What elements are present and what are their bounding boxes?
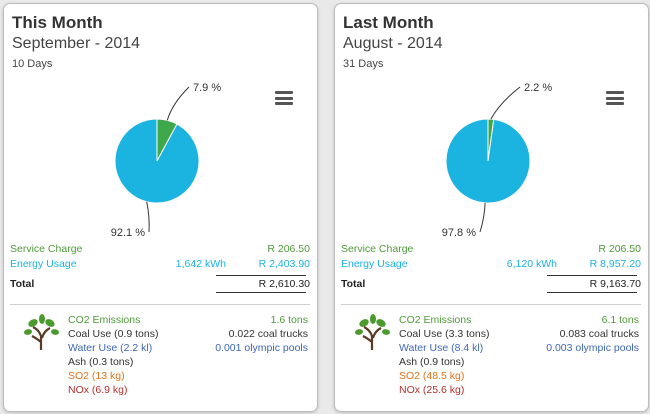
pie-leader-line	[479, 202, 486, 233]
total-label: Total	[341, 278, 366, 290]
panel-title: This Month	[12, 13, 103, 32]
service-charge-value: R 206.50	[267, 243, 310, 255]
so2-label: SO2 (48.5 kg)	[399, 370, 465, 382]
divider	[341, 304, 641, 305]
energy-usage-label: Energy Usage	[341, 258, 408, 270]
pie-data-label: 7.9 %	[193, 82, 221, 94]
water-label: Water Use (2.2 kl)	[68, 342, 153, 354]
service-charge-row: Service Charge R 206.50	[341, 243, 641, 257]
divider	[10, 304, 310, 305]
so2-label: SO2 (13 kg)	[68, 370, 125, 382]
pie-chart: 7.9 % 92.1 %	[111, 82, 222, 239]
water-row: Water Use (2.2 kl) 0.001 olympic pools	[68, 342, 308, 355]
co2-row: CO2 Emissions 6.1 tons	[399, 314, 639, 327]
co2-label: CO2 Emissions	[68, 314, 141, 326]
service-charge-row: Service Charge R 206.50	[10, 243, 310, 257]
coal-label: Coal Use (0.9 tons)	[68, 328, 159, 340]
co2-value: 1.6 tons	[270, 314, 308, 326]
pie-chart: 2.2 % 97.8 %	[442, 82, 553, 239]
coal-label: Coal Use (3.3 tons)	[399, 328, 490, 340]
ash-row: Ash (0.3 tons)	[68, 356, 308, 369]
total-value: R 2,610.30	[258, 278, 310, 290]
panel-subtitle: August - 2014	[343, 35, 443, 52]
co2-value: 6.1 tons	[601, 314, 639, 326]
energy-usage-kwh: 1,642 kWh	[175, 258, 226, 270]
service-charge-value: R 206.50	[598, 243, 641, 255]
panel-subtitle: September - 2014	[12, 35, 141, 52]
so2-row: SO2 (13 kg)	[68, 370, 308, 383]
co2-row: CO2 Emissions 1.6 tons	[68, 314, 308, 327]
total-bottom-rule	[216, 292, 306, 293]
energy-usage-value: R 8,957.20	[589, 258, 641, 270]
pie-data-label: 97.8 %	[442, 227, 476, 239]
period-days: 10 Days	[12, 58, 53, 70]
total-row: Total R 2,610.30	[10, 278, 310, 292]
pie-leader-line	[490, 86, 521, 120]
ash-row: Ash (0.9 tons)	[399, 356, 639, 369]
pie-slice-energy-usage[interactable]	[114, 118, 200, 204]
total-top-rule	[547, 275, 637, 276]
total-value: R 9,163.70	[589, 278, 641, 290]
energy-usage-kwh: 6,120 kWh	[506, 258, 557, 270]
pie-leader-line	[146, 201, 150, 233]
energy-usage-row: Energy Usage 1,642 kWh R 2,403.90	[10, 258, 310, 272]
so2-row: SO2 (48.5 kg)	[399, 370, 639, 383]
coal-row: Coal Use (0.9 tons) 0.022 coal trucks	[68, 328, 308, 341]
total-label: Total	[10, 278, 35, 290]
ash-label: Ash (0.3 tons)	[68, 356, 134, 368]
water-value: 0.001 olympic pools	[215, 342, 308, 354]
pie-data-label: 2.2 %	[524, 82, 552, 94]
nox-label: NOx (6.9 kg)	[68, 384, 128, 396]
energy-usage-label: Energy Usage	[10, 258, 77, 270]
co2-label: CO2 Emissions	[399, 314, 472, 326]
period-days: 31 Days	[343, 58, 384, 70]
last-month-panel: Last Month August - 2014 31 Days 2.2 % 97…	[334, 3, 649, 412]
nox-row: NOx (25.6 kg)	[399, 384, 639, 397]
panel-title: Last Month	[343, 13, 434, 32]
coal-value: 0.083 coal trucks	[559, 328, 639, 340]
pie-leader-line	[166, 86, 190, 121]
tree-icon	[355, 314, 390, 350]
total-bottom-rule	[547, 292, 637, 293]
tree-icon	[24, 314, 59, 350]
nox-label: NOx (25.6 kg)	[399, 384, 465, 396]
total-row: Total R 9,163.70	[341, 278, 641, 292]
water-label: Water Use (8.4 kl)	[399, 342, 484, 354]
water-value: 0.003 olympic pools	[546, 342, 639, 354]
water-row: Water Use (8.4 kl) 0.003 olympic pools	[399, 342, 639, 355]
service-charge-label: Service Charge	[341, 243, 414, 255]
ash-label: Ash (0.9 tons)	[399, 356, 465, 368]
nox-row: NOx (6.9 kg)	[68, 384, 308, 397]
energy-usage-value: R 2,403.90	[258, 258, 310, 270]
coal-value: 0.022 coal trucks	[228, 328, 308, 340]
energy-usage-row: Energy Usage 6,120 kWh R 8,957.20	[341, 258, 641, 272]
pie-data-label: 92.1 %	[111, 227, 145, 239]
coal-row: Coal Use (3.3 tons) 0.083 coal trucks	[399, 328, 639, 341]
service-charge-label: Service Charge	[10, 243, 83, 255]
this-month-panel: This Month September - 2014 10 Days 7.9 …	[3, 3, 318, 412]
total-top-rule	[216, 275, 306, 276]
pie-slice-energy-usage[interactable]	[445, 118, 531, 204]
